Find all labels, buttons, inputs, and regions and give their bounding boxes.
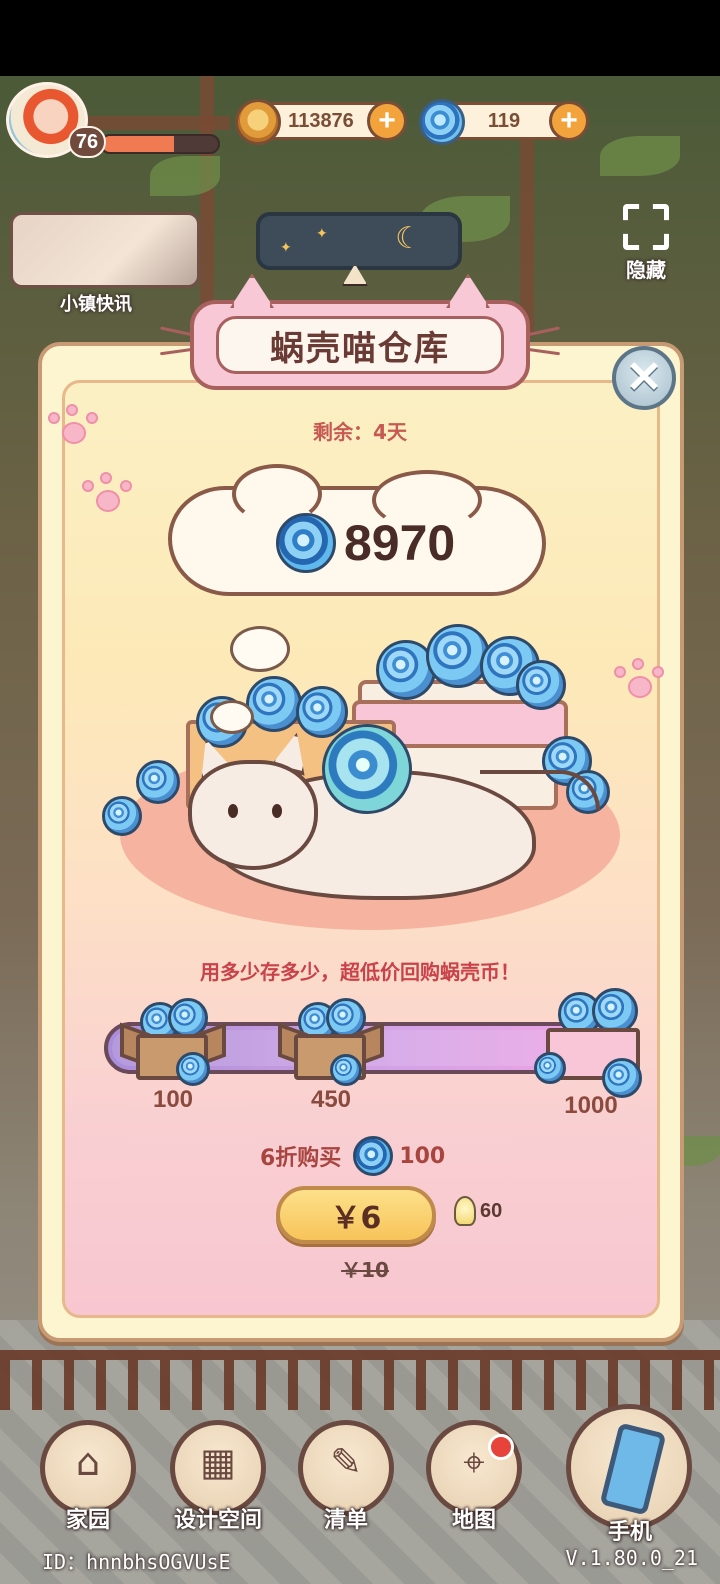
xp-fill: [102, 136, 174, 152]
nav-phone-label: 手机: [607, 1520, 652, 1545]
stored-amount-row: 8970: [276, 508, 455, 578]
version-label: V.1.80.0_21: [565, 1546, 698, 1570]
bulb-reward-value: 60: [480, 1199, 503, 1222]
buy-button[interactable]: ￥6: [276, 1186, 436, 1244]
shell-coin-icon: [246, 676, 302, 732]
hide-ui-button[interactable]: 隐藏: [614, 204, 678, 284]
tier-crate-1000[interactable]: [534, 988, 650, 1098]
cat-eye: [272, 804, 282, 818]
stored-amount: 8970: [344, 515, 456, 571]
shell-ball: [322, 724, 412, 814]
star-icon: ✦: [280, 240, 292, 256]
fullscreen-icon: [623, 204, 669, 250]
add-coins-button[interactable]: +: [367, 101, 407, 141]
nav-design-label: 设计空间: [173, 1508, 262, 1533]
shell-counter: 119 +: [419, 99, 589, 145]
shell-coin-icon: [296, 686, 348, 738]
player-id: ID：hnnbhsOGVUsE: [42, 1550, 231, 1574]
cat-head: [188, 760, 318, 870]
coin-icon: [235, 99, 281, 145]
promo-text: 用多少存多少，超低价回购蜗壳币！: [200, 960, 520, 984]
remaining-time: 剩余：4天: [313, 420, 407, 444]
nav-map-label: 地图: [451, 1508, 496, 1533]
nav-home-label: 家园: [65, 1508, 110, 1533]
close-button[interactable]: ✕: [612, 346, 676, 410]
fence: [0, 1350, 720, 1410]
nav-phone-button[interactable]: [566, 1404, 692, 1530]
shell-coin-icon: [136, 760, 180, 804]
dialog-title: 蜗壳喵仓库: [216, 316, 504, 374]
blueprint-icon: ▦: [200, 1440, 236, 1484]
hide-ui-label: 隐藏: [626, 258, 666, 282]
tier-label-100: 100: [152, 1086, 194, 1113]
discount-shells: 100: [399, 1143, 446, 1169]
checklist-icon: ✎: [330, 1440, 362, 1484]
leaf: [600, 136, 680, 176]
tier-crate-100[interactable]: [120, 998, 226, 1086]
shell-coin-icon: [419, 99, 465, 145]
star-icon: ✦: [316, 226, 328, 242]
discount-label: 6折购买: [260, 1146, 342, 1171]
title-plate: 蜗壳喵仓库: [190, 274, 530, 390]
tier-crate-450[interactable]: [278, 998, 384, 1086]
tier-label-450: 450: [310, 1086, 352, 1113]
close-icon: ✕: [625, 353, 663, 402]
notification-dot: [488, 1434, 514, 1460]
town-news-thumbnail[interactable]: [10, 212, 200, 288]
paw-print-decoration: [44, 404, 104, 452]
house-icon: ⌂: [75, 1440, 101, 1484]
tier-label-1000: 1000: [564, 1092, 618, 1119]
leaf: [150, 156, 220, 196]
shell-coin-icon: [102, 796, 142, 836]
nav-list-label: 清单: [323, 1508, 368, 1533]
coin-counter: 113876 +: [235, 99, 407, 145]
original-price: ￥10: [341, 1258, 389, 1282]
level-badge: 76: [68, 126, 106, 158]
game-screen: 76 113876 + 119 + 小镇快讯 ✦ ✦ ☾ 隐藏 蜗壳喵仓库 ✕ …: [0, 0, 720, 1584]
xp-bar: [100, 134, 220, 154]
status-bar-area: [0, 0, 720, 76]
bulb-reward: 60: [454, 1196, 502, 1226]
steam-puff: [230, 626, 290, 672]
shell-coin-icon: [516, 660, 566, 710]
moon-icon: ☾: [395, 221, 422, 256]
steam-puff: [210, 700, 254, 734]
lightbulb-icon: [454, 1196, 476, 1226]
cat-eye: [228, 804, 238, 818]
shell-coin-icon: [353, 1136, 394, 1176]
town-news-label: 小镇快讯: [60, 294, 132, 315]
add-shells-button[interactable]: +: [549, 101, 589, 141]
shell-coin-icon: [276, 513, 336, 573]
discount-offer: 6折购买 100: [260, 1134, 445, 1178]
day-night-toggle[interactable]: ✦ ✦ ☾: [256, 212, 462, 270]
beam: [200, 76, 214, 336]
paw-print-decoration: [78, 472, 138, 520]
phone-icon: [599, 1422, 667, 1516]
beam: [520, 136, 534, 336]
cat-illustration: [96, 620, 626, 930]
